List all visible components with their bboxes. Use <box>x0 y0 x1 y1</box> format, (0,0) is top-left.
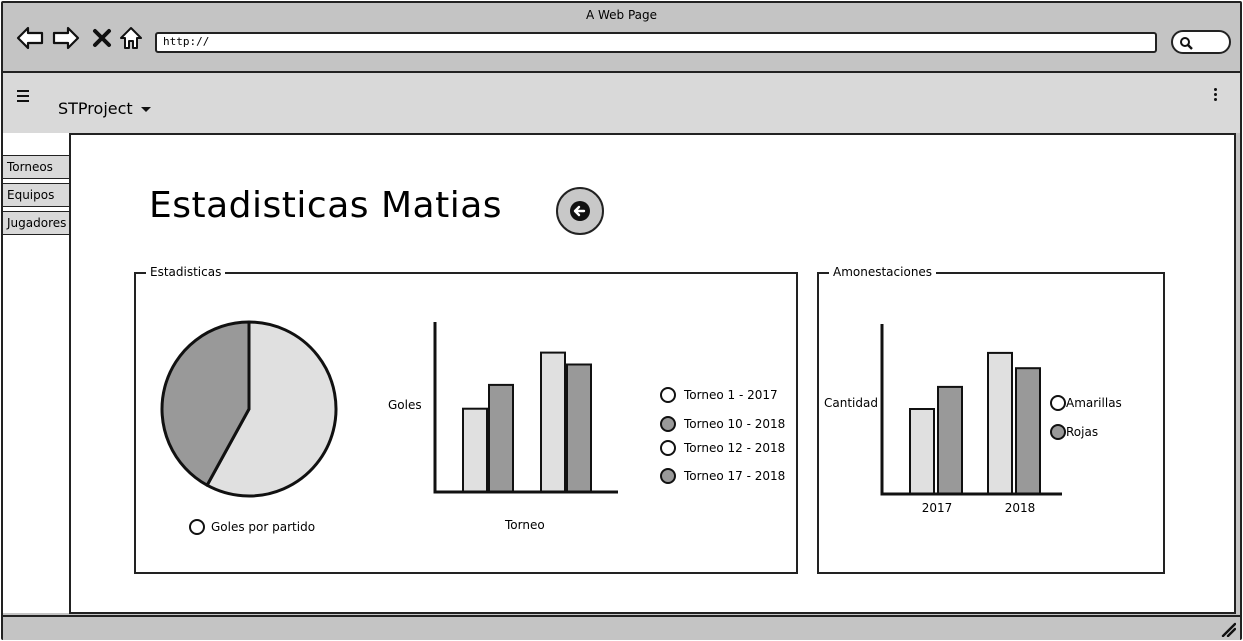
arrow-left-circle-icon <box>570 201 590 221</box>
amon-legend-label-rojas: Rojas <box>1066 425 1098 439</box>
series-legend-marker-1 <box>660 387 676 403</box>
pie-legend-label: Goles por partido <box>211 520 315 534</box>
amon-x-tick-2018: 2018 <box>1005 501 1036 515</box>
series-legend-label-1: Torneo 1 - 2017 <box>683 388 778 402</box>
amon-x-tick-2017: 2017 <box>922 501 953 515</box>
sidebar-item-torneos[interactable]: Torneos <box>3 155 70 179</box>
series-legend-marker-2 <box>660 416 676 432</box>
series-legend-marker-4 <box>660 468 676 484</box>
series-legend: Torneo 1 - 2017 Torneo 10 - 2018 Torneo … <box>660 387 785 484</box>
project-dropdown[interactable]: STProject <box>58 99 151 118</box>
goles-bar-1 <box>462 407 488 493</box>
goles-bar-chart <box>462 351 592 493</box>
amon-bar-amarillas-2018 <box>987 351 1013 496</box>
amon-y-label: Cantidad <box>824 396 878 410</box>
bar-x-label: Torneo <box>504 518 545 532</box>
goles-bar-4 <box>566 363 592 493</box>
series-legend-label-2: Torneo 10 - 2018 <box>683 417 785 431</box>
series-legend-label-3: Torneo 12 - 2018 <box>683 441 785 455</box>
hamburger-menu-icon[interactable] <box>15 87 35 105</box>
amon-legend-marker-amarillas <box>1050 395 1066 411</box>
back-button[interactable] <box>556 187 604 235</box>
search-icon <box>1180 37 1193 50</box>
more-options-icon[interactable] <box>1209 88 1221 106</box>
amon-bar-chart <box>909 351 1041 496</box>
series-legend-marker-3 <box>660 440 676 456</box>
amon-legend-marker-rojas <box>1050 424 1066 440</box>
project-name: STProject <box>58 99 133 118</box>
browser-search[interactable] <box>1171 30 1231 54</box>
browser-titlebar: A Web Page http:// <box>3 3 1240 73</box>
estadisticas-charts: Goles por partido Goles Torneo Torneo 1 … <box>160 320 785 535</box>
estadisticas-panel: Estadisticas Goles por partido Goles Tor… <box>134 265 798 574</box>
sidebar-item-equipos[interactable]: Equipos <box>3 183 70 207</box>
amonestaciones-chart: Cantidad 2017 2018 Amarillas Rojas <box>824 324 1122 515</box>
page-title: Estadisticas Matias <box>149 185 503 226</box>
amon-bar-rojas-2018 <box>1015 367 1041 495</box>
pie-legend-marker <box>189 519 205 535</box>
bar-y-label: Goles <box>388 398 422 412</box>
sidebar: Torneos Equipos Jugadores <box>3 133 71 613</box>
amon-bar-rojas-2017 <box>937 385 963 495</box>
amon-bar-amarillas-2017 <box>909 408 935 495</box>
sidebar-item-jugadores[interactable]: Jugadores <box>3 211 70 235</box>
goles-bar-2 <box>488 383 514 493</box>
resize-grip-icon[interactable] <box>1220 621 1236 637</box>
url-input[interactable]: http:// <box>155 32 1157 53</box>
main-content: Estadisticas Matias Estadisticas Goles p… <box>69 133 1236 614</box>
amon-legend-label-amarillas: Amarillas <box>1066 396 1122 410</box>
series-legend-label-4: Torneo 17 - 2018 <box>683 469 785 483</box>
caret-down-icon <box>140 107 151 112</box>
status-bar <box>3 615 1240 640</box>
window-title: A Web Page <box>585 8 658 22</box>
amonestaciones-panel: Amonestaciones Cantidad 2017 2018 Amaril… <box>817 265 1165 574</box>
browser-window: A Web Page http:// STProject Torneos Equ… <box>1 1 1242 640</box>
back-arrow-icon[interactable] <box>15 23 45 53</box>
home-icon[interactable] <box>116 23 146 53</box>
app-bar: STProject <box>3 73 1240 133</box>
forward-arrow-icon[interactable] <box>51 23 81 53</box>
goles-bar-3 <box>540 351 566 493</box>
pie-chart <box>160 320 338 498</box>
close-icon[interactable] <box>87 23 117 53</box>
